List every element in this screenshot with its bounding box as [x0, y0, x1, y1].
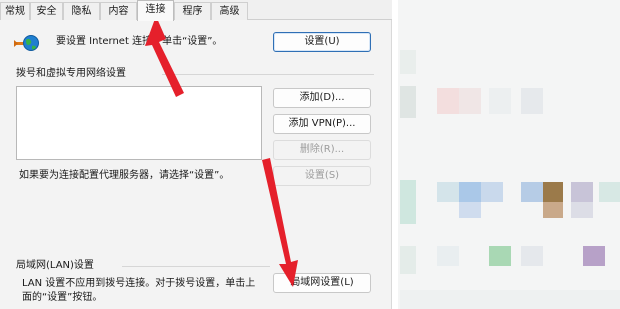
tab-programs[interactable]: 程序 — [174, 2, 211, 20]
tab-bar: 常规 安全 隐私 内容 连接 程序 高级 — [0, 0, 392, 21]
dialup-settings-button[interactable]: 设置(S) — [273, 166, 371, 186]
setup-button[interactable]: 设置(U) — [273, 32, 371, 52]
proxy-hint: 如果要为连接配置代理服务器，请选择“设置”。 — [19, 170, 230, 181]
lan-group-divider — [122, 266, 270, 267]
lan-settings-button[interactable]: 局域网设置(L) — [273, 273, 371, 293]
dialup-group-divider — [162, 74, 374, 75]
lan-description: LAN 设置不应用到拨号连接。对于拨号设置，单击上面的“设置”按钮。 — [22, 278, 256, 303]
tab-advanced[interactable]: 高级 — [211, 2, 248, 20]
internet-options-dialog: 常规 安全 隐私 内容 连接 程序 高级 要设置 Internet 连接，单击“… — [0, 0, 392, 309]
tab-general[interactable]: 常规 — [0, 2, 30, 20]
add-button[interactable]: 添加(D)... — [273, 88, 371, 108]
blurred-background — [393, 0, 620, 309]
connections-listbox[interactable] — [16, 86, 262, 160]
lan-settings-heading: 局域网(LAN)设置 — [16, 260, 94, 271]
tab-content[interactable]: 内容 — [100, 2, 137, 20]
tab-security[interactable]: 安全 — [30, 2, 63, 20]
internet-globe-icon — [14, 35, 39, 51]
tab-connections[interactable]: 连接 — [137, 0, 174, 21]
tab-privacy[interactable]: 隐私 — [63, 2, 100, 20]
remove-button[interactable]: 删除(R)... — [273, 140, 371, 160]
add-vpn-button[interactable]: 添加 VPN(P)... — [273, 114, 371, 134]
setup-instruction: 要设置 Internet 连接，单击“设置”。 — [56, 36, 223, 47]
dialup-vpn-heading: 拨号和虚拟专用网络设置 — [16, 68, 126, 79]
